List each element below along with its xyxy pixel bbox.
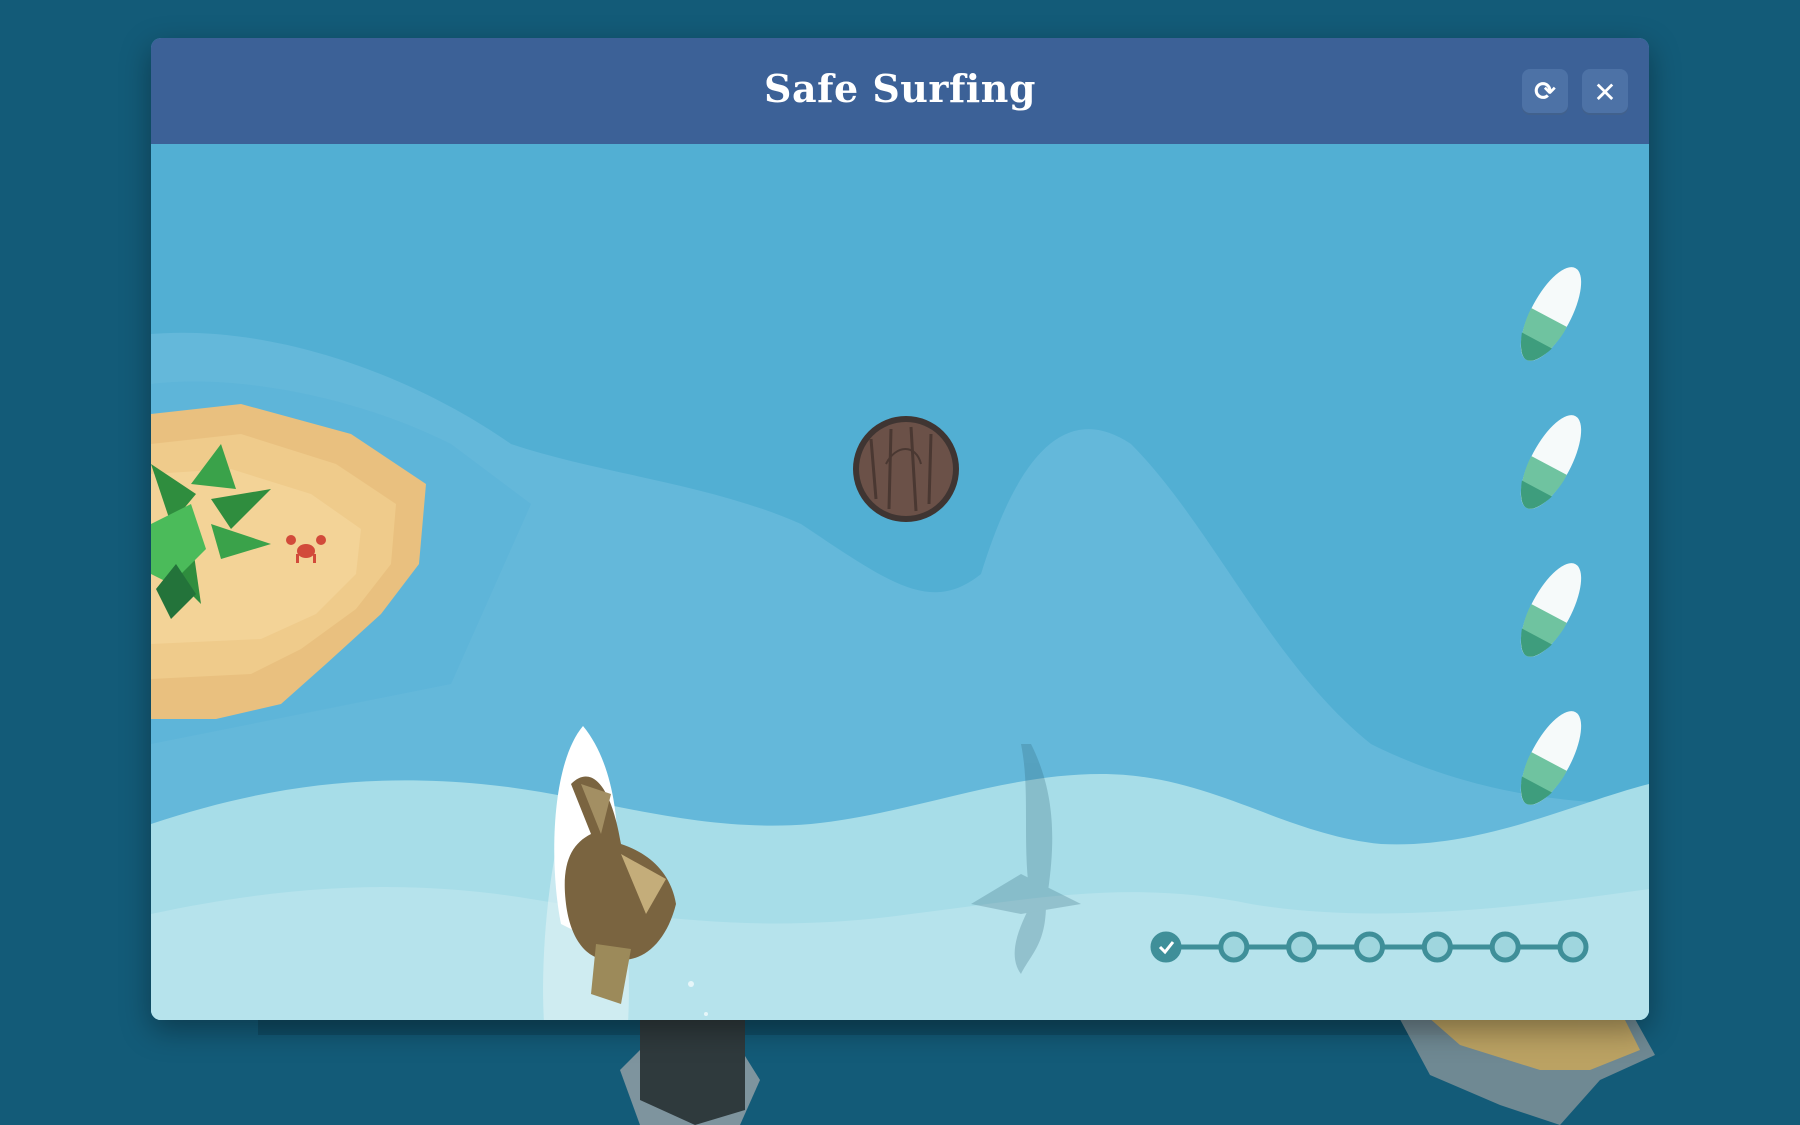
restart-icon: ⟳	[1534, 77, 1556, 107]
progress-step	[1557, 931, 1589, 963]
progress-step-complete	[1150, 931, 1182, 963]
progress-step	[1354, 931, 1385, 963]
close-button[interactable]: ✕	[1582, 69, 1628, 115]
game-window: Safe Surfing ⟳ ✕	[151, 38, 1649, 1020]
game-canvas[interactable]	[151, 144, 1649, 1020]
window-title: Safe Surfing	[764, 66, 1036, 111]
progress-step	[1286, 931, 1318, 963]
progress-step	[1489, 931, 1521, 963]
window-header: Safe Surfing ⟳ ✕	[151, 38, 1649, 144]
restart-button[interactable]: ⟳	[1522, 69, 1568, 115]
barrel-obstacle	[853, 416, 959, 522]
progress-step	[1218, 931, 1250, 963]
progress-step	[1421, 931, 1453, 963]
close-icon: ✕	[1593, 75, 1617, 109]
